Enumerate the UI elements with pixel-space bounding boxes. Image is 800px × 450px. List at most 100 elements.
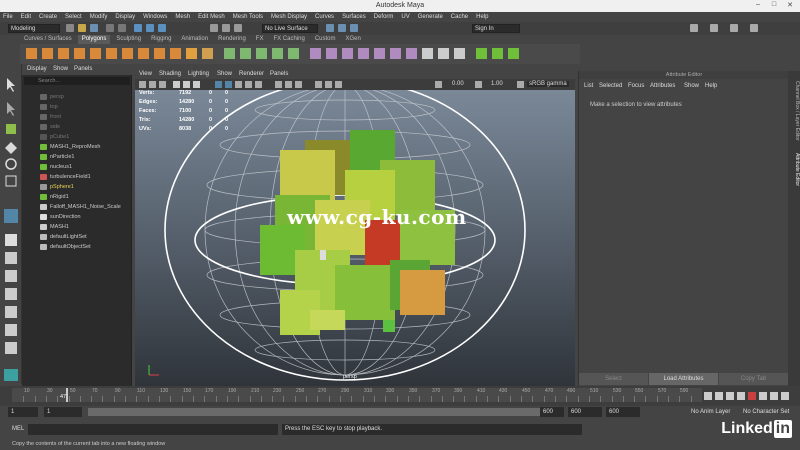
tab-animation[interactable]: Animation xyxy=(177,35,212,44)
select-hierarchy-icon[interactable] xyxy=(134,24,142,32)
viewport-toolbar-icons[interactable] xyxy=(135,79,575,90)
outliner-item-mash1[interactable]: MASH1 xyxy=(22,222,132,232)
ae-copy-tab-button[interactable]: Copy Tab xyxy=(719,373,788,385)
poly-sphere-icon[interactable] xyxy=(26,48,37,59)
isolate-select-icon[interactable] xyxy=(275,81,282,88)
viewport-menu-view[interactable]: View xyxy=(139,71,152,77)
tool-settings-icon[interactable] xyxy=(730,24,738,32)
close-button[interactable]: ✕ xyxy=(784,1,796,11)
film-gate-icon[interactable] xyxy=(183,81,190,88)
menu-modify[interactable]: Modify xyxy=(90,14,108,20)
anim-layer-dropdown[interactable]: No Anim Layer xyxy=(688,407,738,417)
textured-icon[interactable] xyxy=(235,81,242,88)
tab-sculpting[interactable]: Sculpting xyxy=(112,35,145,44)
wireframe-icon[interactable] xyxy=(215,81,222,88)
persp-graph-layout-icon[interactable] xyxy=(5,288,17,300)
poly-disc-icon[interactable] xyxy=(122,48,133,59)
viewport-menu-shading[interactable]: Shading xyxy=(159,71,181,77)
step-forward-frame-icon[interactable] xyxy=(759,392,767,400)
lasso-tool-icon[interactable] xyxy=(7,102,15,116)
outliner-item-defaultobjectset[interactable]: defaultObjectSet xyxy=(22,242,132,252)
go-to-start-icon[interactable] xyxy=(704,392,712,400)
smooth-shade-icon[interactable] xyxy=(225,81,232,88)
boolean-icon[interactable] xyxy=(272,48,283,59)
tab-curves-surfaces[interactable]: Curves / Surfaces xyxy=(20,35,76,44)
four-view-layout-icon[interactable] xyxy=(5,252,17,264)
outliner-menu-panels[interactable]: Panels xyxy=(74,66,92,72)
poly-pyramid-icon[interactable] xyxy=(154,48,165,59)
multi-cut-icon[interactable] xyxy=(374,48,385,59)
use-lights-icon[interactable] xyxy=(245,81,252,88)
command-language-label[interactable]: MEL xyxy=(12,426,24,432)
viewport-menu-show[interactable]: Show xyxy=(217,71,232,77)
sign-in-dropdown[interactable]: Sign In xyxy=(472,24,520,33)
command-input[interactable] xyxy=(28,424,278,435)
platonic-solid-icon[interactable] xyxy=(138,48,149,59)
attribute-editor-tab[interactable]: Attribute Editor xyxy=(788,153,800,186)
select-camera-icon[interactable] xyxy=(139,81,146,88)
paint-select-icon[interactable] xyxy=(6,124,16,134)
menu-edit-mesh[interactable]: Edit Mesh xyxy=(198,14,225,20)
poly-plane-icon[interactable] xyxy=(106,48,117,59)
bridge-icon[interactable] xyxy=(326,48,337,59)
antialiasing-icon[interactable] xyxy=(325,81,332,88)
maximize-button[interactable]: □ xyxy=(768,1,780,11)
render-icon[interactable] xyxy=(326,24,334,32)
snap-curve-icon[interactable] xyxy=(222,24,230,32)
menu-surfaces[interactable]: Surfaces xyxy=(342,14,366,20)
gamma-value[interactable]: 1.00 xyxy=(491,81,503,87)
quad-draw-icon[interactable] xyxy=(406,48,417,59)
playback-end-field[interactable]: 600 xyxy=(540,407,564,417)
menu-mesh-tools[interactable]: Mesh Tools xyxy=(233,14,263,20)
ae-load-attributes-button[interactable]: Load Attributes xyxy=(649,373,718,385)
mash-cubes[interactable] xyxy=(260,130,455,335)
playback-controls[interactable] xyxy=(704,390,800,402)
separate-icon[interactable] xyxy=(240,48,251,59)
viewport-menu-lighting[interactable]: Lighting xyxy=(188,71,209,77)
animation-end-field[interactable]: 600 xyxy=(568,407,602,417)
outliner-item-top[interactable]: top xyxy=(22,102,132,112)
last-tool-icon[interactable] xyxy=(4,209,18,223)
snap-point-icon[interactable] xyxy=(234,24,242,32)
outliner-search-input[interactable]: Search... xyxy=(24,77,130,85)
time-slider[interactable]: 10 30 50 70 90 110 130 150 170 190 210 230 250 270 290… xyxy=(0,386,800,406)
tab-custom[interactable]: Custom xyxy=(311,35,340,44)
menu-uv[interactable]: UV xyxy=(401,14,409,20)
gamma-icon[interactable] xyxy=(475,81,482,88)
menu-display[interactable]: Display xyxy=(115,14,135,20)
step-forward-key-icon[interactable] xyxy=(770,392,778,400)
play-backwards-icon[interactable] xyxy=(737,392,745,400)
extrude-icon[interactable] xyxy=(310,48,321,59)
camera-exposure-icon[interactable] xyxy=(435,81,442,88)
stop-icon[interactable] xyxy=(748,392,756,400)
select-component-icon[interactable] xyxy=(158,24,166,32)
open-scene-icon[interactable] xyxy=(78,24,86,32)
attribute-editor-toggle-icon[interactable] xyxy=(710,24,718,32)
outliner-item-sundirection[interactable]: sunDirection xyxy=(22,212,132,222)
perspective-viewport[interactable]: Verts: 7192 0 0 Edges: 14280 0 0 Faces: 7100 0 0 … xyxy=(135,90,575,386)
current-time-indicator[interactable] xyxy=(66,388,68,402)
svg-tool-icon[interactable] xyxy=(202,48,213,59)
menu-curves[interactable]: Curves xyxy=(315,14,334,20)
outliner-item-falloff[interactable]: Falloff_MASH1_Noise_Scale xyxy=(22,202,132,212)
type-tool-icon[interactable] xyxy=(186,48,197,59)
outliner-item-turbulencefield1[interactable]: turbulenceField1 xyxy=(22,172,132,182)
backface-icon[interactable] xyxy=(295,81,302,88)
viewport-menu-renderer[interactable]: Renderer xyxy=(239,71,264,77)
planar-map-icon[interactable] xyxy=(438,48,449,59)
mash-editor-icon[interactable] xyxy=(492,48,503,59)
resolution-gate-icon[interactable] xyxy=(193,81,200,88)
new-scene-icon[interactable] xyxy=(66,24,74,32)
tab-rigging[interactable]: Rigging xyxy=(147,35,175,44)
ae-menu-selected[interactable]: Selected xyxy=(599,83,622,89)
menu-mesh-display[interactable]: Mesh Display xyxy=(271,14,307,20)
ipr-render-icon[interactable] xyxy=(338,24,346,32)
shadows-icon[interactable] xyxy=(255,81,262,88)
poly-prism-icon[interactable] xyxy=(170,48,181,59)
outliner-item-side[interactable]: side xyxy=(22,122,132,132)
menu-cache[interactable]: Cache xyxy=(451,14,468,20)
tab-polygons[interactable]: Polygons xyxy=(77,35,111,44)
ae-menu-show[interactable]: Show xyxy=(684,83,699,89)
menu-mesh[interactable]: Mesh xyxy=(175,14,190,20)
step-back-key-icon[interactable] xyxy=(715,392,723,400)
